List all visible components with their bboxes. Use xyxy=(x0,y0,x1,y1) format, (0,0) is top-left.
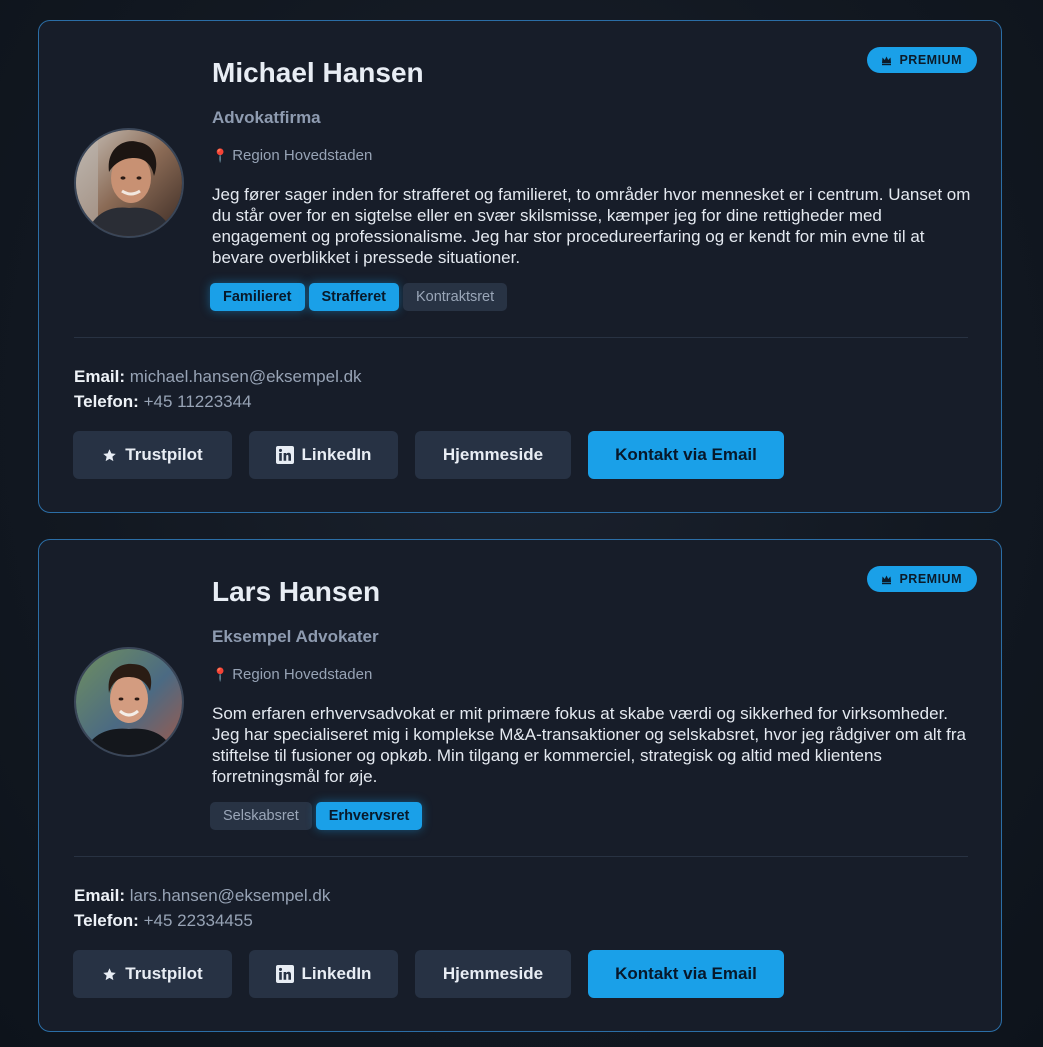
lawyer-card: PREMIUM Lars Hansen Eksempel Advokater 📍 xyxy=(38,539,1002,1032)
email-row: Email: lars.hansen@eksempel.dk xyxy=(74,883,330,908)
region-label: Region Hovedstaden xyxy=(232,666,373,683)
premium-badge: PREMIUM xyxy=(867,47,977,73)
region: 📍 Region Hovedstaden xyxy=(212,666,372,683)
lawyer-name: Lars Hansen xyxy=(212,576,381,607)
website-button[interactable]: Hjemmeside xyxy=(415,431,571,479)
contact-info: Email: lars.hansen@eksempel.dk Telefon: … xyxy=(74,883,330,933)
website-label: Hjemmeside xyxy=(442,445,544,464)
trustpilot-label: Trustpilot xyxy=(125,445,203,464)
divider xyxy=(74,856,968,857)
tag-erhvervsret[interactable]: Erhvervsret xyxy=(315,802,423,830)
premium-badge: PREMIUM xyxy=(867,566,977,592)
email-label: Email: xyxy=(74,367,126,386)
action-buttons: Trustpilot LinkedIn Hjemmeside Kontakt v… xyxy=(73,950,784,998)
practice-area-tags: Familieret Strafferet Kontraktsret xyxy=(210,283,508,311)
email-value[interactable]: lars.hansen@eksempel.dk xyxy=(130,886,331,905)
premium-badge-label: PREMIUM xyxy=(899,53,962,67)
location-pin-icon: 📍 xyxy=(212,666,229,682)
website-button[interactable]: Hjemmeside xyxy=(415,950,571,998)
lawyer-card: PREMIUM Michael Hansen Advokatfirma 📍 Re… xyxy=(38,20,1002,513)
trustpilot-button[interactable]: Trustpilot xyxy=(73,950,232,998)
linkedin-button[interactable]: LinkedIn xyxy=(249,950,398,998)
phone-value[interactable]: +45 11223344 xyxy=(144,392,252,411)
lawyer-name: Michael Hansen xyxy=(212,57,424,88)
email-label: Email: xyxy=(74,886,126,905)
tag-strafferet[interactable]: Strafferet xyxy=(308,283,399,311)
email-row: Email: michael.hansen@eksempel.dk xyxy=(74,364,362,389)
premium-badge-label: PREMIUM xyxy=(899,572,962,586)
trustpilot-button[interactable]: Trustpilot xyxy=(73,431,232,479)
contact-email-button[interactable]: Kontakt via Email xyxy=(588,431,784,479)
linkedin-icon xyxy=(275,965,294,983)
linkedin-icon xyxy=(275,446,294,464)
linkedin-button[interactable]: LinkedIn xyxy=(249,431,398,479)
star-icon xyxy=(102,967,117,982)
website-label: Hjemmeside xyxy=(442,964,544,983)
contact-info: Email: michael.hansen@eksempel.dk Telefo… xyxy=(74,364,362,414)
crown-icon xyxy=(881,55,892,66)
region: 📍 Region Hovedstaden xyxy=(212,147,372,164)
crown-icon xyxy=(881,574,892,585)
practice-area-tags: Selskabsret Erhvervsret xyxy=(210,802,423,830)
tag-selskabsret[interactable]: Selskabsret xyxy=(210,802,312,830)
contact-email-label: Kontakt via Email xyxy=(615,445,757,464)
contact-email-button[interactable]: Kontakt via Email xyxy=(588,950,784,998)
action-buttons: Trustpilot LinkedIn Hjemmeside Kontakt v… xyxy=(73,431,784,479)
tag-kontraktsret[interactable]: Kontraktsret xyxy=(402,283,508,311)
star-icon xyxy=(102,448,117,463)
location-pin-icon: 📍 xyxy=(212,147,229,163)
firm-name: Eksempel Advokater xyxy=(212,627,379,646)
trustpilot-label: Trustpilot xyxy=(125,964,203,983)
profile-photo xyxy=(74,647,184,757)
linkedin-label: LinkedIn xyxy=(301,445,372,464)
divider xyxy=(74,337,968,338)
email-value[interactable]: michael.hansen@eksempel.dk xyxy=(130,367,362,386)
phone-row: Telefon: +45 11223344 xyxy=(74,389,362,414)
phone-row: Telefon: +45 22334455 xyxy=(74,908,330,933)
phone-label: Telefon: xyxy=(74,911,139,930)
phone-value[interactable]: +45 22334455 xyxy=(144,911,253,930)
region-label: Region Hovedstaden xyxy=(232,147,373,164)
profile-photo xyxy=(74,128,184,238)
lawyer-bio: Jeg fører sager inden for strafferet og … xyxy=(212,185,971,267)
linkedin-label: LinkedIn xyxy=(301,964,372,983)
lawyer-bio: Som erfaren erhvervsadvokat er mit primæ… xyxy=(212,704,966,786)
contact-email-label: Kontakt via Email xyxy=(615,964,757,983)
firm-name: Advokatfirma xyxy=(212,108,321,127)
phone-label: Telefon: xyxy=(74,392,139,411)
tag-familieret[interactable]: Familieret xyxy=(210,283,305,311)
